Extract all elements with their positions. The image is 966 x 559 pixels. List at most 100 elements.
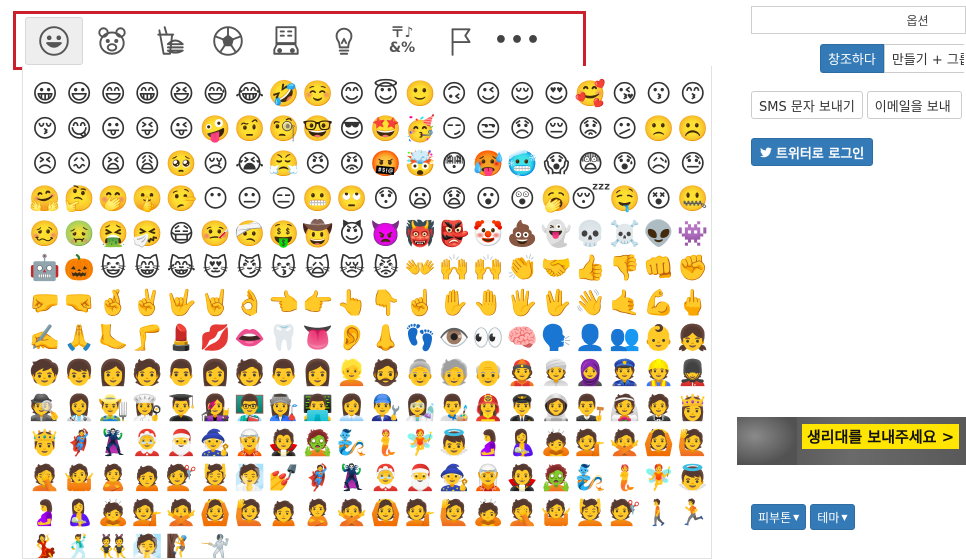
emoji-cell[interactable]: 😀 <box>28 76 62 111</box>
emoji-cell[interactable]: 🤰 <box>28 495 62 530</box>
emoji-cell[interactable]: 😽 <box>267 250 301 285</box>
emoji-cell[interactable]: 🤱 <box>505 425 539 460</box>
emoji-cell[interactable]: 👨‍⚖️ <box>574 390 608 425</box>
emoji-cell[interactable]: 😥 <box>642 146 676 181</box>
emoji-cell[interactable]: 🙀 <box>301 250 335 285</box>
emoji-cell[interactable]: 😚 <box>28 111 62 146</box>
emoji-cell[interactable]: 😤 <box>267 146 301 181</box>
emoji-cell[interactable]: 👩 <box>301 355 335 390</box>
skin-tone-button[interactable]: 피부톤 ▼ <box>751 504 807 530</box>
emoji-cell[interactable]: 🕺 <box>62 530 96 558</box>
emoji-cell[interactable]: 🏃 <box>676 495 710 530</box>
emoji-cell[interactable]: ✍️ <box>28 320 62 355</box>
emoji-cell[interactable]: 🚶 <box>642 495 676 530</box>
emoji-cell[interactable]: 😦 <box>403 181 437 216</box>
emoji-cell[interactable]: ☺️ <box>301 76 335 111</box>
emoji-cell[interactable]: 🧓 <box>437 355 471 390</box>
emoji-cell[interactable]: 🙌 <box>437 250 471 285</box>
emoji-cell[interactable]: 🕵️ <box>28 390 62 425</box>
emoji-cell[interactable]: 🥴 <box>28 216 62 251</box>
emoji-cell[interactable]: 👊 <box>642 250 676 285</box>
emoji-cell[interactable]: 👩‍💼 <box>335 390 369 425</box>
emoji-cell[interactable]: 😷 <box>164 216 198 251</box>
emoji-cell[interactable]: 🧛 <box>267 425 301 460</box>
emoji-cell[interactable]: 👧 <box>676 320 710 355</box>
tab-travel[interactable] <box>257 17 315 65</box>
emoji-cell[interactable]: 🥳 <box>403 111 437 146</box>
emoji-cell[interactable]: 👨 <box>164 355 198 390</box>
emoji-cell[interactable]: 🧞 <box>335 425 369 460</box>
emoji-cell[interactable]: 🧠 <box>505 320 539 355</box>
emoji-cell[interactable]: 👹 <box>403 216 437 251</box>
emoji-cell[interactable]: 😻 <box>198 250 232 285</box>
sms-button[interactable]: SMS 문자 보내기 <box>751 91 863 119</box>
tab-symbols[interactable]: 〒♪ &% <box>373 17 431 65</box>
emoji-cell[interactable]: 👨‍🏫 <box>233 390 267 425</box>
emoji-cell[interactable]: 😶 <box>198 181 232 216</box>
emoji-cell[interactable]: 👸 <box>676 390 710 425</box>
emoji-cell[interactable]: 🤕 <box>233 216 267 251</box>
emoji-cell[interactable]: 😬 <box>301 181 335 216</box>
emoji-cell[interactable]: 🤴 <box>28 425 62 460</box>
emoji-cell[interactable]: 🙆 <box>642 425 676 460</box>
emoji-cell[interactable]: 👀 <box>471 320 505 355</box>
emoji-cell[interactable]: 👼 <box>676 460 710 495</box>
emoji-cell[interactable]: 👨‍🌾 <box>96 390 130 425</box>
emoji-cell[interactable]: 🦶 <box>96 320 130 355</box>
emoji-cell[interactable]: 💁 <box>130 495 164 530</box>
emoji-cell[interactable]: 🧑 <box>233 355 267 390</box>
emoji-cell[interactable]: 💪 <box>642 285 676 320</box>
emoji-cell[interactable]: 👇 <box>369 285 403 320</box>
emoji-cell[interactable]: 😑 <box>267 181 301 216</box>
emoji-cell[interactable]: 😡 <box>335 146 369 181</box>
emoji-cell[interactable]: 🧒 <box>28 355 62 390</box>
emoji-cell[interactable]: 😸 <box>130 250 164 285</box>
emoji-cell[interactable]: 👩‍🚒 <box>471 390 505 425</box>
emoji-cell[interactable]: 😵 <box>642 181 676 216</box>
tab-animals[interactable] <box>83 17 141 65</box>
emoji-cell[interactable]: 😞 <box>505 111 539 146</box>
emoji-cell[interactable]: 🤑 <box>267 216 301 251</box>
tab-more[interactable]: ••• <box>489 17 547 65</box>
emoji-cell[interactable]: 👏 <box>505 250 539 285</box>
emoji-cell[interactable]: 💀 <box>574 216 608 251</box>
emoji-cell[interactable]: 🧙 <box>437 460 471 495</box>
emoji-cell[interactable]: 🤫 <box>130 181 164 216</box>
emoji-cell[interactable]: 👦 <box>62 355 96 390</box>
emoji-cell[interactable]: 👺 <box>437 216 471 251</box>
emoji-cell[interactable]: 🧕 <box>574 355 608 390</box>
emoji-cell[interactable]: 👩‍🏭 <box>267 390 301 425</box>
emoji-cell[interactable]: 👩‍🔬 <box>403 390 437 425</box>
theme-button[interactable]: 테마 ▼ <box>810 504 855 530</box>
emoji-cell[interactable]: 😟 <box>574 111 608 146</box>
emoji-cell[interactable]: 💆 <box>198 460 232 495</box>
emoji-cell[interactable]: 😹 <box>164 250 198 285</box>
emoji-cell[interactable]: 👌 <box>233 285 267 320</box>
emoji-cell[interactable]: 😛 <box>96 111 130 146</box>
emoji-cell[interactable]: 👉 <box>301 285 335 320</box>
emoji-cell[interactable]: 👩 <box>198 355 232 390</box>
emoji-cell[interactable]: ✋ <box>437 285 471 320</box>
emoji-cell[interactable]: 😱 <box>539 146 573 181</box>
options-select[interactable]: 옵션 <box>751 6 966 34</box>
emoji-cell[interactable]: 👷 <box>642 355 676 390</box>
emoji-cell[interactable]: 🧜 <box>369 425 403 460</box>
emoji-cell[interactable]: 🎅 <box>403 460 437 495</box>
emoji-cell[interactable]: 🙃 <box>437 76 471 111</box>
emoji-cell[interactable]: 🧟 <box>539 460 573 495</box>
emoji-cell[interactable]: 👤 <box>574 320 608 355</box>
emoji-cell[interactable]: 😒 <box>471 111 505 146</box>
emoji-cell[interactable]: 👳 <box>539 355 573 390</box>
emoji-cell[interactable]: 🙁 <box>642 111 676 146</box>
emoji-cell[interactable]: 🧝 <box>471 460 505 495</box>
emoji-cell[interactable]: 😴 <box>570 181 610 216</box>
emoji-cell[interactable]: 🥰 <box>574 76 608 111</box>
emoji-cell[interactable]: 🥱 <box>539 181 573 216</box>
emoji-cell[interactable]: 😜 <box>164 111 198 146</box>
emoji-cell[interactable]: 😧 <box>437 181 471 216</box>
emoji-cell[interactable]: 🙂 <box>403 76 437 111</box>
emoji-cell[interactable]: 🧜 <box>608 460 642 495</box>
emoji-cell[interactable]: 👨‍✈️ <box>505 390 539 425</box>
make-group-button[interactable]: 만들기 + 그룹 <box>883 44 964 73</box>
emoji-cell[interactable]: 🎅 <box>164 425 198 460</box>
